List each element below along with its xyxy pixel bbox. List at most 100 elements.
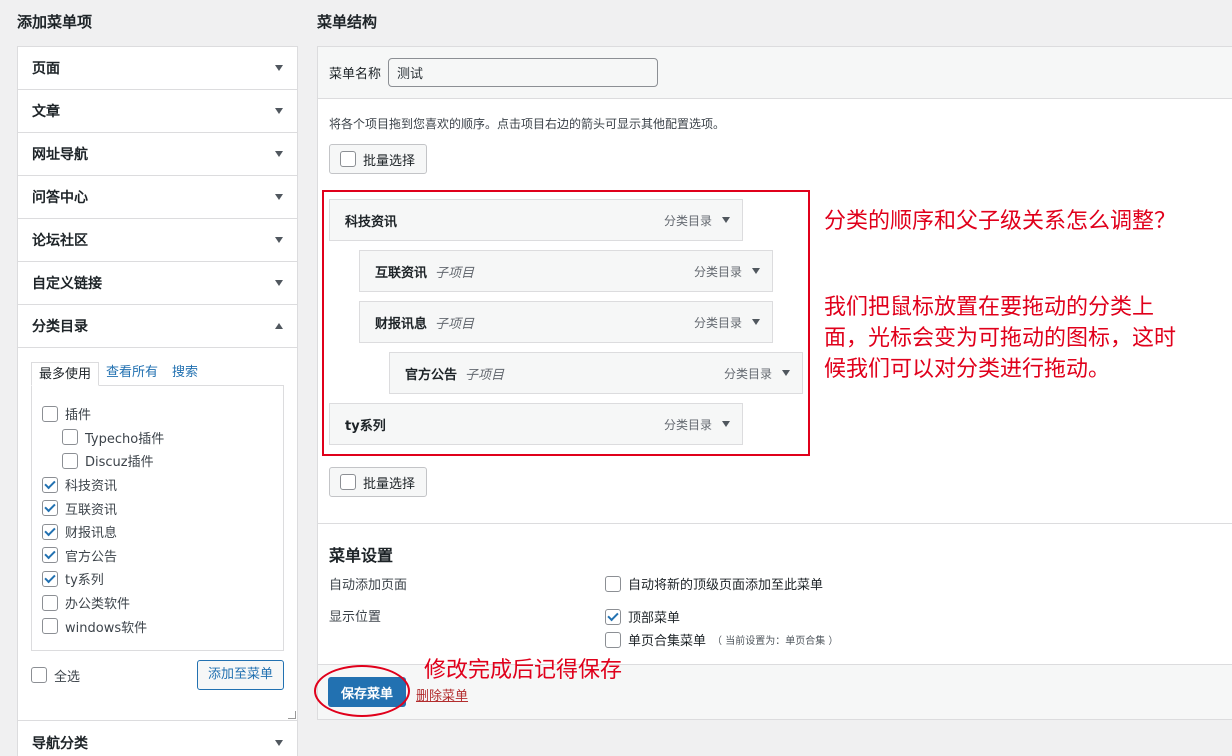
accordion-label: 页面 — [32, 61, 60, 77]
chevron-down-icon — [275, 739, 283, 746]
menu-item-subitem: 子项目 — [465, 367, 505, 383]
checkbox[interactable] — [42, 405, 58, 422]
menu-item[interactable]: 科技资讯 分类目录 — [329, 199, 743, 241]
select-all-checkbox[interactable]: 全选 — [31, 663, 80, 687]
accordion-qa[interactable]: 问答中心 — [18, 176, 297, 219]
category-label: 财报讯息 — [65, 526, 118, 542]
bulk-select-bottom[interactable]: 批量选择 — [329, 467, 427, 497]
category-checkbox-row[interactable]: 财报讯息 — [42, 520, 273, 544]
menu-item-title: 财报讯息 — [375, 316, 428, 332]
category-label: 互联资讯 — [65, 502, 118, 518]
location-option-label: 单页合集菜单 — [628, 634, 707, 649]
category-checkbox-row[interactable]: 科技资讯 — [42, 473, 273, 497]
category-checkbox-row[interactable]: windows软件 — [42, 614, 273, 638]
menu-structure-title: 菜单结构 — [317, 13, 378, 31]
menu-item[interactable]: 财报讯息 子项目 分类目录 — [359, 301, 773, 343]
checkbox[interactable] — [42, 523, 58, 540]
menu-item-type: 分类目录 — [663, 213, 712, 228]
checkbox[interactable] — [62, 452, 78, 469]
auto-add-option-label: 自动将新的顶级页面添加至此菜单 — [628, 578, 824, 593]
checkbox[interactable] — [42, 547, 58, 564]
chevron-down-icon[interactable] — [722, 217, 730, 223]
category-checkbox-row[interactable]: Discuz插件 — [42, 449, 273, 473]
menu-item-title: ty系列 — [345, 418, 386, 434]
add-to-menu-button[interactable]: 添加至菜单 — [196, 660, 284, 690]
checkbox[interactable] — [31, 667, 47, 683]
checkbox[interactable] — [340, 474, 356, 490]
chevron-down-icon[interactable] — [782, 370, 790, 376]
accordion-label: 问答中心 — [32, 190, 88, 206]
bulk-select-label: 批量选择 — [363, 153, 416, 169]
menu-item-subitem: 子项目 — [435, 265, 475, 281]
accordion-label: 论坛社区 — [32, 233, 88, 249]
category-label: 插件 — [65, 408, 92, 424]
checkbox[interactable] — [42, 476, 58, 493]
checkbox[interactable] — [605, 631, 621, 648]
menu-item[interactable]: 官方公告 子项目 分类目录 — [389, 352, 803, 394]
category-tabs: 最多使用 查看所有 搜索 — [31, 361, 284, 386]
chevron-down-icon — [275, 151, 283, 157]
chevron-down-icon[interactable] — [752, 319, 760, 325]
checkbox[interactable] — [42, 570, 58, 587]
accordion-label: 文章 — [32, 104, 60, 120]
chevron-down-icon — [275, 280, 283, 286]
accordion-label: 自定义链接 — [32, 276, 102, 292]
chevron-up-icon — [275, 323, 283, 329]
location-option-note: （ 当前设置为：单页合集 ） — [712, 636, 839, 647]
annotation-save-reminder: 修改完成后记得保存 — [424, 658, 623, 683]
checkbox[interactable] — [42, 618, 58, 635]
chevron-down-icon — [275, 108, 283, 114]
auto-add-checkbox[interactable]: 自动将新的顶级页面添加至此菜单 — [605, 574, 823, 593]
category-checkbox-row[interactable]: 官方公告 — [42, 544, 273, 568]
auto-add-label: 自动添加页面 — [329, 578, 408, 593]
categories-panel: 最多使用 查看所有 搜索 插件 Typecho插件 Discuz插件科技资讯互联资讯… — [18, 348, 297, 721]
checkbox[interactable] — [605, 575, 621, 592]
tab-most-used[interactable]: 最多使用 — [31, 362, 100, 386]
chevron-down-icon — [275, 237, 283, 243]
location-top-menu[interactable]: 顶部菜单 — [605, 607, 680, 626]
chevron-down-icon — [275, 65, 283, 71]
location-option-label: 顶部菜单 — [628, 611, 681, 626]
add-menu-items-title: 添加菜单项 — [17, 13, 93, 31]
tab-search[interactable]: 搜索 — [165, 361, 205, 385]
accordion-label: 网址导航 — [32, 147, 88, 163]
instructions-text: 将各个项目拖到您喜欢的顺序。点击项目右边的箭头可显示其他配置选项。 — [329, 117, 726, 131]
accordion-label: 导航分类 — [32, 735, 88, 752]
menu-name-input[interactable]: 测试 — [388, 58, 659, 87]
delete-menu-link[interactable]: 删除菜单 — [416, 685, 468, 704]
tab-view-all[interactable]: 查看所有 — [99, 361, 165, 385]
menu-item[interactable]: 互联资讯 子项目 分类目录 — [359, 250, 773, 292]
category-checkbox-row[interactable]: 插件 — [42, 402, 273, 426]
checkbox[interactable] — [42, 500, 58, 517]
checkbox[interactable] — [42, 594, 58, 611]
menu-item-title: 官方公告 — [405, 367, 458, 383]
category-checkbox-row[interactable]: ty系列 — [42, 567, 273, 591]
resize-handle[interactable] — [288, 711, 296, 719]
accordion-site-nav[interactable]: 网址导航 — [18, 133, 297, 176]
chevron-down-icon[interactable] — [752, 268, 760, 274]
category-checkbox-row[interactable]: 办公类软件 — [42, 591, 273, 615]
bulk-select-top[interactable]: 批量选择 — [329, 144, 427, 174]
accordion-forum[interactable]: 论坛社区 — [18, 219, 297, 262]
menu-item[interactable]: ty系列 分类目录 — [329, 403, 743, 445]
category-checkbox-row[interactable]: 互联资讯 — [42, 496, 273, 520]
chevron-down-icon[interactable] — [722, 421, 730, 427]
accordion-posts[interactable]: 文章 — [18, 90, 297, 133]
menu-name-bar: 菜单名称 测试 — [318, 47, 1232, 99]
checkbox[interactable] — [605, 608, 621, 625]
location-single-page-menu[interactable]: 单页合集菜单 （ 当前设置为：单页合集 ） — [605, 630, 838, 649]
accordion-custom-links[interactable]: 自定义链接 — [18, 262, 297, 305]
checkbox[interactable] — [62, 429, 78, 446]
accordion-pages[interactable]: 页面 — [18, 47, 297, 90]
menu-item-type: 分类目录 — [723, 366, 772, 381]
accordion-categories[interactable]: 分类目录 — [18, 305, 297, 348]
checkbox[interactable] — [340, 151, 356, 167]
accordion-nav-categories[interactable]: 导航分类 — [18, 721, 297, 756]
chevron-down-icon — [275, 194, 283, 200]
category-label: Discuz插件 — [85, 455, 154, 471]
accordion-label: 分类目录 — [32, 319, 88, 335]
annotation-question: 分类的顺序和父子级关系怎么调整？ — [824, 209, 1177, 234]
category-checkbox-row[interactable]: Typecho插件 — [42, 426, 273, 450]
menu-items-accordion: 页面 文章 网址导航 问答中心 论坛社区 自定义链接 分类目录 最多使用 查看所… — [17, 46, 298, 756]
menu-item-type: 分类目录 — [693, 264, 742, 279]
